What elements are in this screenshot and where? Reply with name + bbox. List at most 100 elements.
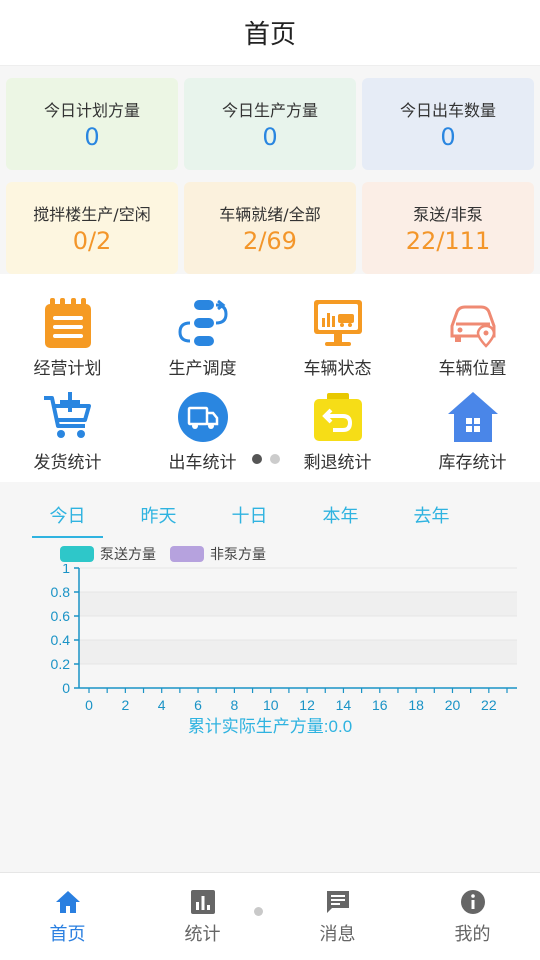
legend-item-pump[interactable]: 泵送方量 [60,544,156,564]
menu-label: 发货统计 [33,453,102,473]
x-tick-label: 18 [408,697,424,713]
nav-stats[interactable]: 统计 [135,873,270,960]
stat-card-mixer[interactable]: 搅拌楼生产/空闲 0/2 [6,182,178,274]
carousel-dot-active[interactable] [252,454,262,464]
tab-yesterday[interactable]: 昨天 [113,492,204,538]
dispatch-flow-icon [177,299,228,346]
stat-card-vehicles[interactable]: 车辆就绪/全部 2/69 [184,182,356,274]
production-chart: 00.20.40.60.810 2 4 6 8 10 12 14 16 18 20 22累计实际生产方… [51,564,517,734]
page-title: 首页 [243,20,296,50]
y-tick-label: 0.8 [51,584,71,600]
menu-inventory-stats[interactable]: 库存统计 [405,384,540,478]
info-icon [460,889,485,914]
tab-today[interactable]: 今日 [22,492,113,538]
function-grid: 经营计划 生产调度 车辆状态 车辆位置 发货统计 出车统计 剩退统计 库存统计 [0,286,540,482]
y-tick-label: 0.6 [51,608,71,624]
menu-label: 生产调度 [168,359,237,379]
menu-label: 剩退统计 [303,453,372,473]
menu-business-plan[interactable]: 经营计划 [0,290,135,384]
chart-legend: 泵送方量 非泵方量 [0,538,540,564]
stat-value: 0/2 [72,227,112,255]
page-header: 首页 [0,0,540,66]
nav-home[interactable]: 首页 [0,873,135,960]
legend-item-nonpump[interactable]: 非泵方量 [170,544,266,564]
x-tick-label: 22 [481,697,497,713]
stat-value: 2/69 [243,227,297,255]
tab-ten-days[interactable]: 十日 [204,492,295,538]
stats-row-today: 今日计划方量 0 今日生产方量 0 今日出车数量 0 [6,78,534,170]
x-tick-label: 16 [372,697,388,713]
menu-label: 库存统计 [438,453,507,473]
function-grid-row: 经营计划 生产调度 车辆状态 车辆位置 [0,290,540,384]
nav-label: 首页 [49,923,86,945]
tab-this-year[interactable]: 本年 [295,492,386,538]
stat-label: 搅拌楼生产/空闲 [33,205,151,224]
x-tick-label: 6 [194,697,202,713]
menu-return-stats[interactable]: 剩退统计 [270,384,405,478]
menu-shipment-stats[interactable]: 发货统计 [0,384,135,478]
nav-indicator-dot [254,907,263,916]
legend-label: 非泵方量 [210,547,266,563]
x-tick-label: 14 [336,697,352,713]
y-tick-label: 0.4 [51,632,71,648]
stat-value: 0 [84,123,100,151]
bottom-nav: 首页 统计 消息 我的 [0,872,540,960]
stat-card-dispatch[interactable]: 今日出车数量 0 [362,78,534,170]
cart-add-icon [43,392,91,438]
carousel-dot[interactable] [270,454,280,464]
x-tick-label: 8 [230,697,238,713]
bar-chart-icon [190,889,215,914]
menu-label: 车辆位置 [438,359,507,379]
return-box-icon [313,393,362,441]
stat-value: 22/111 [405,227,491,255]
x-tick-label: 10 [263,697,279,713]
nav-messages[interactable]: 消息 [270,873,405,960]
calendar-list-icon [44,298,91,348]
x-tick-label: 12 [299,697,315,713]
truck-circle-icon [177,392,228,442]
grid-band [79,640,517,664]
stat-card-plan[interactable]: 今日计划方量 0 [6,78,178,170]
nav-profile[interactable]: 我的 [405,873,540,960]
stat-card-pump[interactable]: 泵送/非泵 22/111 [362,182,534,274]
stat-label: 泵送/非泵 [413,205,483,224]
nav-label: 我的 [454,923,491,945]
stats-row-status: 搅拌楼生产/空闲 0/2 车辆就绪/全部 2/69 泵送/非泵 22/111 [6,182,534,274]
monitor-truck-icon [313,300,362,346]
x-tick-label: 20 [445,697,461,713]
period-tabs: 今日 昨天 十日 本年 去年 [0,492,540,538]
legend-label: 泵送方量 [100,547,156,563]
x-tick-label: 2 [121,697,129,713]
stats-panel: 今日计划方量 0 今日生产方量 0 今日出车数量 0 搅拌楼生产/空闲 0/2 … [0,66,540,274]
chart-section: 今日 昨天 十日 本年 去年 泵送方量 非泵方量 0 0.2 0.4 0.6 0.8 1 0… [0,482,540,874]
y-tick-label: 0.2 [51,656,71,672]
menu-label: 出车统计 [168,453,237,473]
car-location-icon [450,305,495,348]
stat-label: 车辆就绪/全部 [219,205,321,224]
stat-label: 今日出车数量 [399,101,496,120]
legend-swatch [170,546,204,562]
tab-last-year[interactable]: 去年 [386,492,477,538]
home-icon [55,890,80,913]
menu-vehicle-status[interactable]: 车辆状态 [270,290,405,384]
stat-value: 0 [262,123,278,151]
menu-vehicle-location[interactable]: 车辆位置 [405,290,540,384]
menu-production-dispatch[interactable]: 生产调度 [135,290,270,384]
menu-dispatch-stats[interactable]: 出车统计 [135,384,270,478]
grid-band [79,592,517,616]
warehouse-icon [447,392,498,442]
stat-card-production[interactable]: 今日生产方量 0 [184,78,356,170]
message-icon [326,890,349,913]
nav-label: 消息 [319,923,356,945]
chart-summary: 累计实际生产方量:0.0 [188,717,352,734]
nav-label: 统计 [184,923,221,945]
y-tick-label: 0 [62,680,70,696]
legend-swatch [60,546,94,562]
y-tick-label: 1 [62,564,70,576]
x-tick-label: 0 [85,697,93,713]
stat-label: 今日生产方量 [221,101,318,120]
menu-label: 经营计划 [33,359,102,379]
x-tick-label: 4 [158,697,166,713]
stat-value: 0 [440,123,456,151]
menu-label: 车辆状态 [303,359,372,379]
